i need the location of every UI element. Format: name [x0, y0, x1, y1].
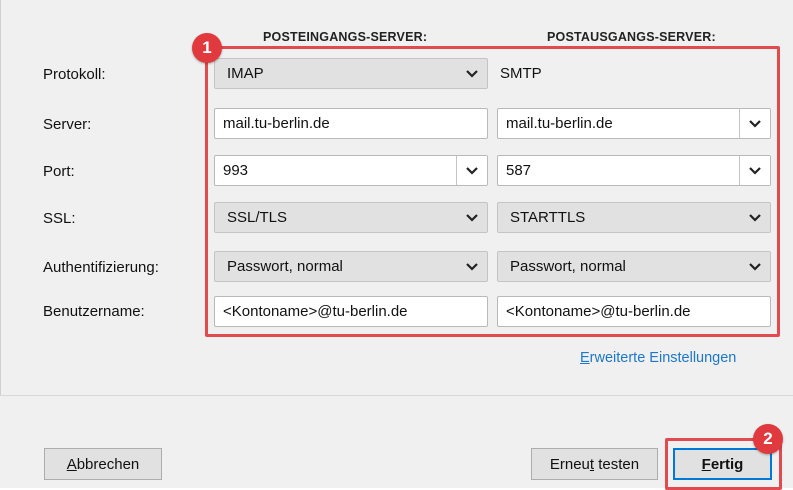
retest-button-text-post: testen — [594, 455, 640, 473]
protocol-label: Protokoll: — [43, 66, 106, 83]
advanced-settings-link-text: rweiterte Einstellungen — [589, 350, 737, 366]
step-badge-1: 1 — [192, 33, 222, 63]
retest-button-text-pre: Erneu — [549, 455, 590, 473]
cancel-button[interactable]: Abbrechen — [44, 448, 162, 480]
server-label: Server: — [43, 116, 92, 133]
cancel-button-accesskey: A — [66, 455, 77, 473]
advanced-settings-link-accesskey: E — [580, 350, 590, 366]
username-label: Benutzername: — [43, 303, 145, 320]
port-label: Port: — [43, 163, 75, 180]
account-settings-panel: POSTEINGANGS-SERVER: POSTAUSGANGS-SERVER… — [0, 0, 793, 395]
step-badge-2: 2 — [753, 424, 783, 454]
highlight-box-server-settings — [205, 46, 780, 337]
ssl-label: SSL: — [43, 210, 76, 227]
advanced-settings-link[interactable]: Erweiterte Einstellungen — [580, 350, 736, 366]
auth-label: Authentifizierung: — [43, 259, 159, 276]
outgoing-server-header: POSTAUSGANGS-SERVER: — [547, 30, 716, 44]
retest-button[interactable]: Erneu t testen — [531, 448, 658, 480]
incoming-server-header: POSTEINGANGS-SERVER: — [263, 30, 428, 44]
cancel-button-text: bbrechen — [76, 455, 140, 473]
dialog-footer: Abbrechen Erneu t testen Fertig 2 — [0, 395, 793, 490]
